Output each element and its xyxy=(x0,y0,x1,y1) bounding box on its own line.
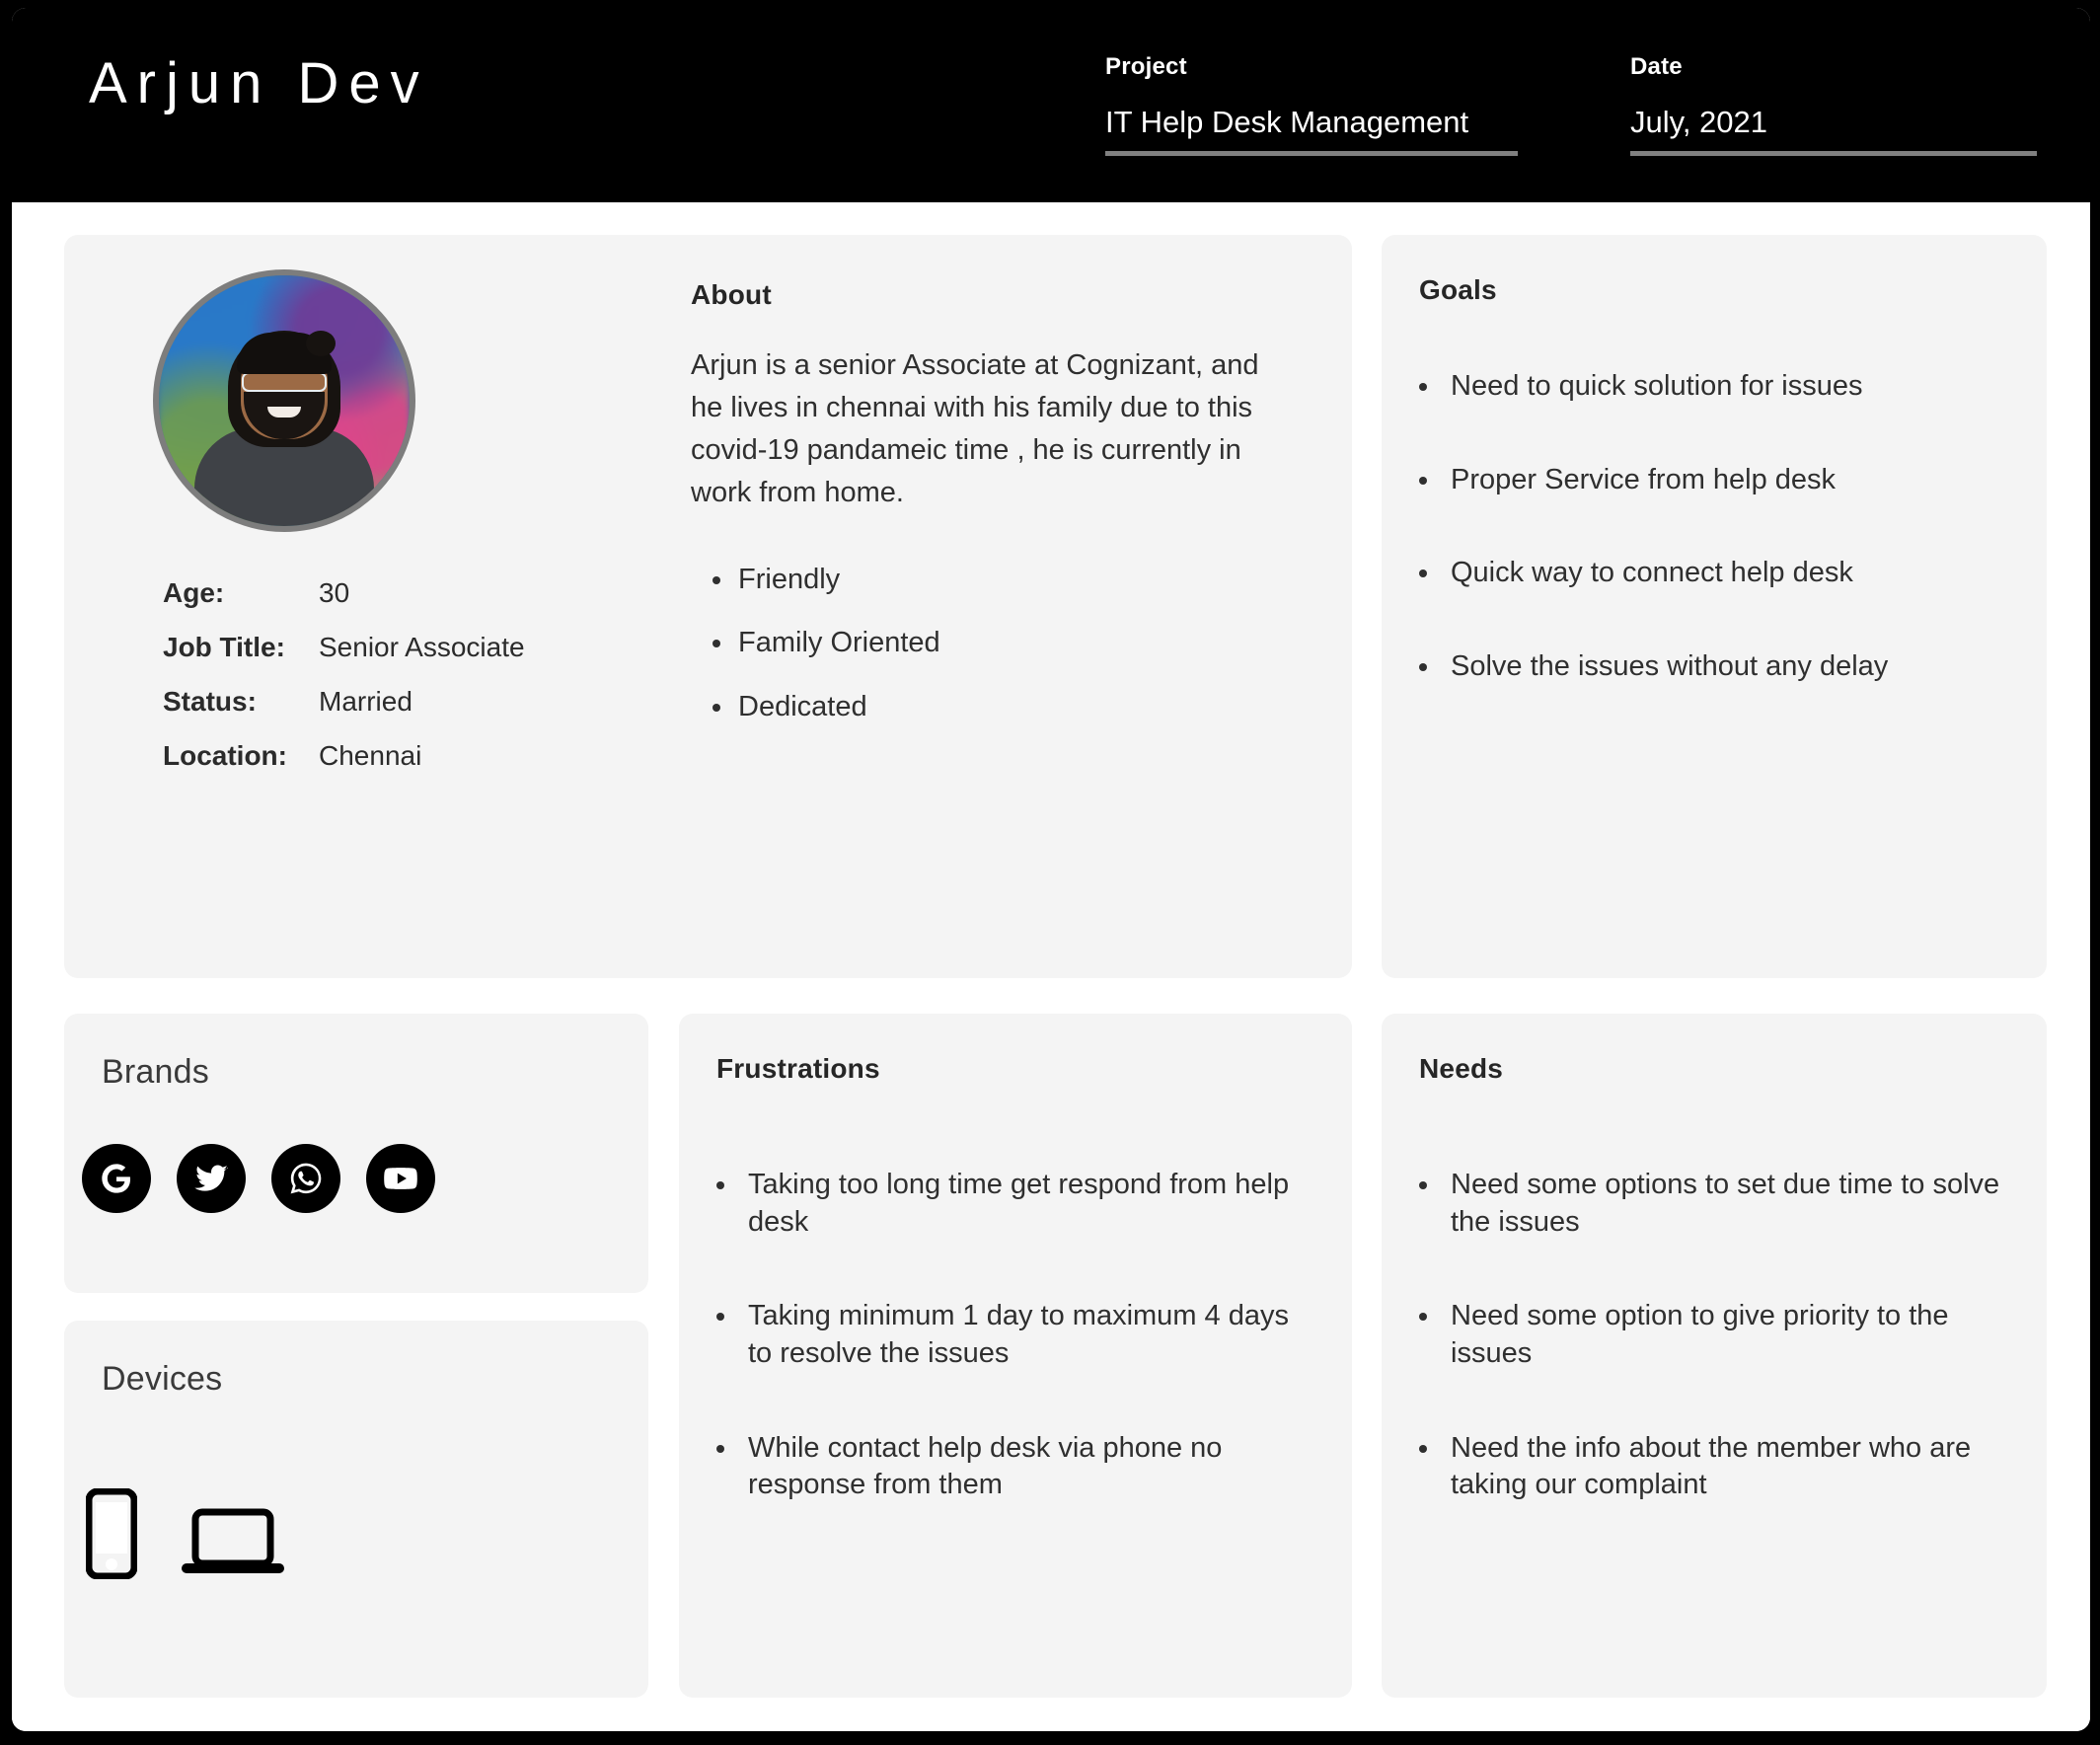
date-field: Date July, 2021 xyxy=(1630,53,2043,156)
fact-label: Age: xyxy=(163,577,225,608)
list-item: While contact help desk via phone no res… xyxy=(716,1430,1309,1504)
list-item: Proper Service from help desk xyxy=(1419,462,2011,499)
brands-title: Brands xyxy=(102,1053,209,1091)
list-item: Taking too long time get respond from he… xyxy=(716,1167,1309,1241)
about-section: About Arjun is a senior Associate at Cog… xyxy=(691,279,1283,726)
project-value[interactable]: IT Help Desk Management xyxy=(1105,104,1518,156)
brand-icon-row xyxy=(82,1144,435,1213)
page-frame: Arjun Dev Project IT Help Desk Managemen… xyxy=(0,0,2100,1745)
profile-facts: Age: 30 Job Title: Senior Associate Stat… xyxy=(163,575,607,773)
project-field: Project IT Help Desk Management xyxy=(1105,53,1520,156)
persona-sheet: Arjun Dev Project IT Help Desk Managemen… xyxy=(12,8,2090,1731)
list-item: Friendly xyxy=(712,562,1283,599)
fact-row-location: Location: Chennai xyxy=(163,738,607,773)
avatar-portrait xyxy=(194,331,374,526)
fact-row-job-title: Job Title: Senior Associate xyxy=(163,630,607,664)
fact-value: Married xyxy=(319,686,412,717)
date-label: Date xyxy=(1630,53,1683,80)
list-item: Dedicated xyxy=(712,689,1283,726)
google-icon[interactable] xyxy=(82,1144,151,1213)
needs-card: Needs Need some options to set due time … xyxy=(1382,1014,2047,1698)
goals-list: Need to quick solution for issues Proper… xyxy=(1419,368,2011,686)
body-area: Age: 30 Job Title: Senior Associate Stat… xyxy=(12,202,2090,1731)
youtube-icon[interactable] xyxy=(366,1144,435,1213)
fact-value: Senior Associate xyxy=(319,632,525,662)
fact-label: Status: xyxy=(163,686,257,717)
whatsapp-icon[interactable] xyxy=(271,1144,340,1213)
frustrations-title: Frustrations xyxy=(716,1053,880,1084)
about-paragraph: Arjun is a senior Associate at Cognizant… xyxy=(691,349,1259,508)
list-item: Need to quick solution for issues xyxy=(1419,368,2011,406)
page-title: Arjun Dev xyxy=(89,51,429,115)
list-item: Quick way to connect help desk xyxy=(1419,555,2011,592)
laptop-icon xyxy=(179,1506,287,1579)
list-item: Need some option to give priority to the… xyxy=(1419,1298,2013,1372)
fact-value: 30 xyxy=(319,577,350,608)
devices-card: Devices xyxy=(64,1321,648,1698)
frustrations-card: Frustrations Taking too long time get re… xyxy=(679,1014,1352,1698)
twitter-icon[interactable] xyxy=(177,1144,246,1213)
goals-card: Goals Need to quick solution for issues … xyxy=(1382,235,2047,978)
frustrations-list: Taking too long time get respond from he… xyxy=(716,1167,1309,1504)
list-item: Taking minimum 1 day to maximum 4 days t… xyxy=(716,1298,1309,1372)
list-item: Family Oriented xyxy=(712,625,1283,662)
fact-label: Location: xyxy=(163,740,287,771)
devices-title: Devices xyxy=(102,1360,223,1398)
avatar xyxy=(153,269,415,532)
brands-card: Brands xyxy=(64,1014,648,1293)
list-item: Solve the issues without any delay xyxy=(1419,648,2011,686)
project-label: Project xyxy=(1105,53,1187,80)
trait-list: Friendly Family Oriented Dedicated xyxy=(691,562,1283,726)
profile-card: Age: 30 Job Title: Senior Associate Stat… xyxy=(64,235,1352,978)
fact-value: Chennai xyxy=(319,740,422,771)
list-item: Need the info about the member who are t… xyxy=(1419,1430,2013,1504)
about-title: About xyxy=(691,279,772,310)
needs-title: Needs xyxy=(1419,1053,1504,1084)
date-value[interactable]: July, 2021 xyxy=(1630,104,2037,156)
device-icon-row xyxy=(86,1488,287,1579)
needs-list: Need some options to set due time to sol… xyxy=(1419,1167,2013,1504)
header-bar: Arjun Dev Project IT Help Desk Managemen… xyxy=(12,8,2090,202)
fact-label: Job Title: xyxy=(163,632,285,662)
list-item: Need some options to set due time to sol… xyxy=(1419,1167,2013,1241)
fact-row-status: Status: Married xyxy=(163,684,607,719)
goals-title: Goals xyxy=(1419,274,1497,305)
smartphone-icon xyxy=(86,1488,137,1579)
fact-row-age: Age: 30 xyxy=(163,575,607,610)
